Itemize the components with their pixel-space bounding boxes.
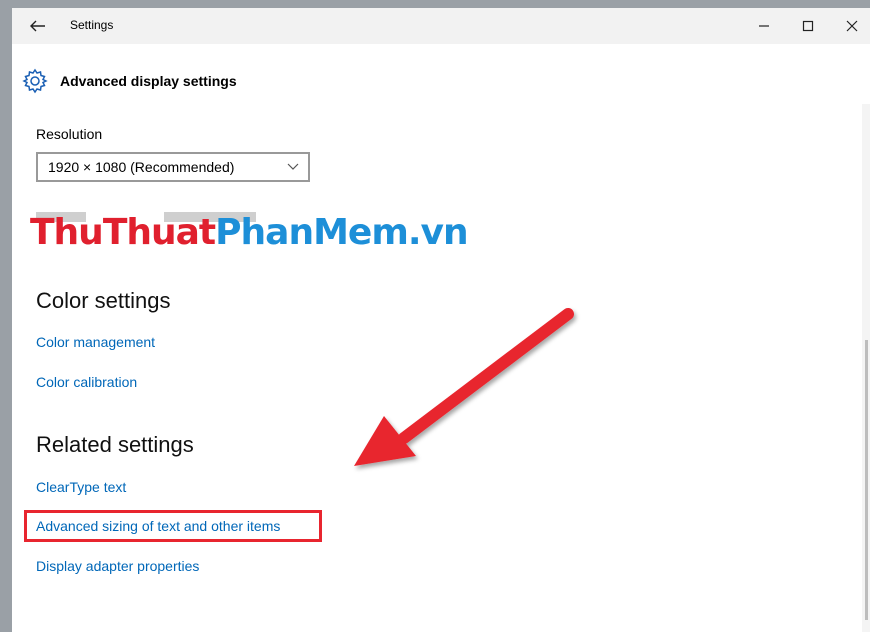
resolution-label: Resolution bbox=[36, 126, 103, 142]
page-title: Advanced display settings bbox=[60, 73, 237, 89]
cleartype-text-link[interactable]: ClearType text bbox=[36, 479, 126, 495]
back-button[interactable] bbox=[22, 12, 54, 40]
screenshot-frame: Settings Advanced display settings Resol… bbox=[0, 0, 870, 632]
watermark-text-blue: PhanMem.vn bbox=[215, 212, 468, 253]
resolution-selected-value: 1920 × 1080 (Recommended) bbox=[48, 159, 235, 175]
scrollbar-thumb[interactable] bbox=[865, 340, 868, 620]
color-management-link[interactable]: Color management bbox=[36, 334, 155, 350]
highlight-box bbox=[24, 510, 322, 542]
maximize-icon bbox=[802, 20, 814, 32]
title-bar: Settings bbox=[12, 8, 870, 44]
maximize-button[interactable] bbox=[786, 8, 830, 44]
page-header: Advanced display settings bbox=[22, 66, 237, 96]
chevron-down-icon bbox=[287, 163, 299, 170]
back-arrow-icon bbox=[30, 20, 45, 32]
gear-icon bbox=[22, 68, 48, 94]
watermark-text-red: ThuThuat bbox=[30, 212, 216, 253]
close-button[interactable] bbox=[830, 8, 870, 44]
display-adapter-properties-link[interactable]: Display adapter properties bbox=[36, 558, 199, 574]
color-calibration-link[interactable]: Color calibration bbox=[36, 374, 137, 390]
minimize-icon bbox=[759, 25, 769, 27]
minimize-button[interactable] bbox=[742, 8, 786, 44]
settings-window: Settings Advanced display settings Resol… bbox=[12, 8, 870, 632]
window-title: Settings bbox=[70, 18, 114, 32]
close-icon bbox=[846, 20, 858, 32]
color-settings-heading: Color settings bbox=[36, 288, 171, 313]
related-settings-heading: Related settings bbox=[36, 432, 194, 457]
resolution-dropdown[interactable]: 1920 × 1080 (Recommended) bbox=[36, 152, 310, 182]
